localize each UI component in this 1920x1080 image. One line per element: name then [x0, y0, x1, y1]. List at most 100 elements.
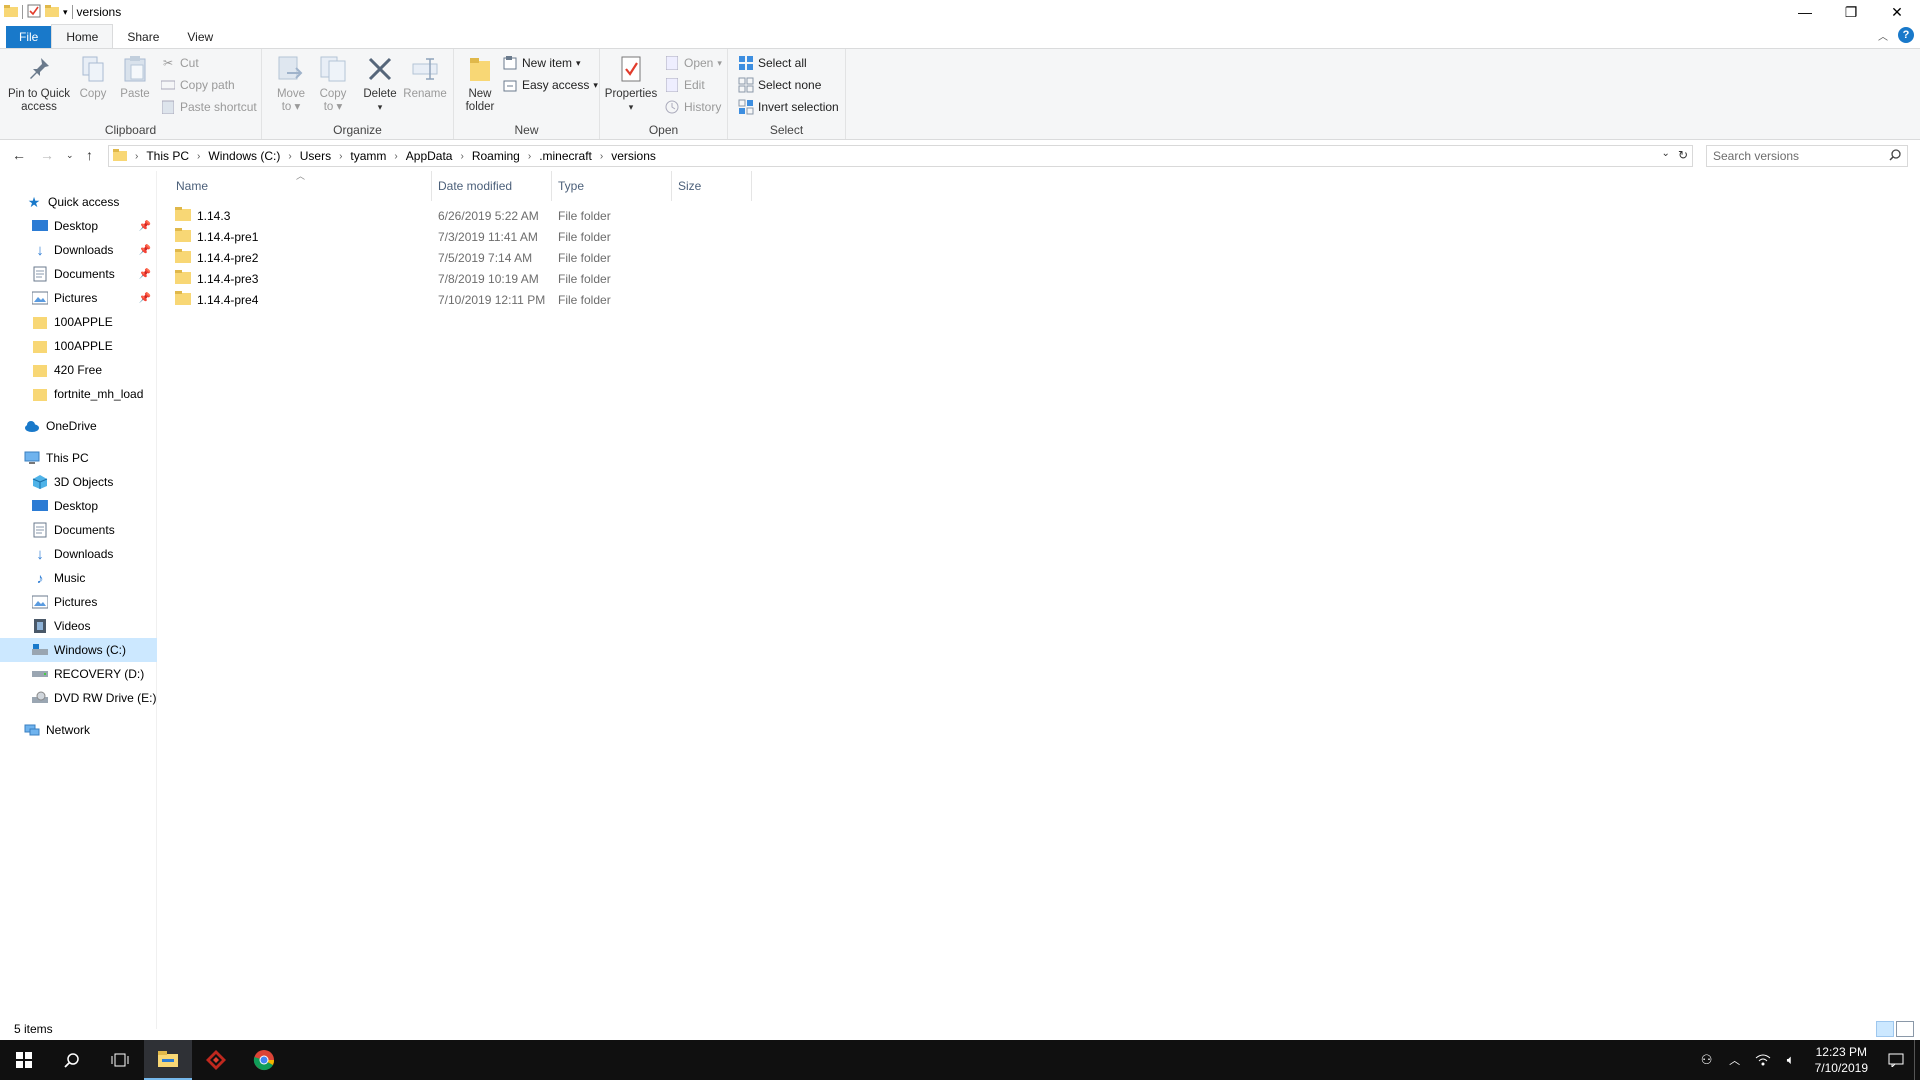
list-item[interactable]: 1.14.4-pre2 7/5/2019 7:14 AM File folder: [175, 247, 750, 268]
breadcrumb-appdata[interactable]: AppData ›: [406, 149, 472, 163]
cut-button[interactable]: ✂ Cut: [160, 53, 199, 73]
sidebar-item-3d-objects[interactable]: 3D Objects: [0, 470, 157, 494]
pin-icon[interactable]: 📌: [139, 293, 151, 304]
back-arrow-icon[interactable]: ←: [12, 147, 26, 163]
search-box[interactable]: [1706, 145, 1908, 167]
sidebar-item-pc-documents[interactable]: Documents: [0, 518, 157, 542]
copy-button[interactable]: Copy: [76, 53, 110, 101]
rename-button[interactable]: Rename: [402, 53, 448, 101]
easy-access-button[interactable]: Easy access ▾: [502, 75, 598, 95]
breadcrumb-versions[interactable]: versions: [611, 149, 656, 163]
search-icon[interactable]: [48, 1040, 96, 1080]
select-all-button[interactable]: Select all: [738, 53, 807, 73]
help-icon[interactable]: ?: [1898, 27, 1914, 43]
tab-view[interactable]: View: [173, 26, 227, 48]
sidebar-item-windows-c[interactable]: Windows (C:): [0, 638, 157, 662]
file-explorer-taskbar-icon[interactable]: [144, 1040, 192, 1080]
sidebar-item-music[interactable]: ♪ Music: [0, 566, 157, 590]
game-app-icon[interactable]: [192, 1040, 240, 1080]
column-size[interactable]: Size: [672, 171, 752, 201]
properties-button[interactable]: Properties ▾: [604, 53, 658, 114]
sidebar-item-fortnite-mh-load[interactable]: fortnite_mh_load: [0, 382, 157, 406]
sidebar-item-quick-access[interactable]: ★ Quick access: [0, 190, 157, 214]
new-item-button[interactable]: New item ▾: [502, 53, 581, 73]
windows-start-icon[interactable]: [0, 1040, 48, 1080]
people-icon[interactable]: ⚇: [1693, 1052, 1721, 1068]
close-button[interactable]: ✕: [1874, 0, 1920, 24]
search-icon[interactable]: [1889, 148, 1901, 164]
sidebar-item-pc-pictures[interactable]: Pictures: [0, 590, 157, 614]
list-item[interactable]: 1.14.4-pre1 7/3/2019 11:41 AM File folde…: [175, 226, 750, 247]
breadcrumb-roaming[interactable]: Roaming ›: [472, 149, 539, 163]
minimize-button[interactable]: —: [1782, 0, 1828, 24]
properties-qat-icon[interactable]: [27, 4, 41, 21]
restore-button[interactable]: ❐: [1828, 0, 1874, 24]
list-item[interactable]: 1.14.3 6/26/2019 5:22 AM File folder: [175, 205, 750, 226]
delete-button[interactable]: Delete ▾: [360, 53, 400, 114]
sidebar-item-420-free[interactable]: 420 Free: [0, 358, 157, 382]
sidebar-item-100apple-2[interactable]: 100APPLE: [0, 334, 157, 358]
task-view-icon[interactable]: [96, 1040, 144, 1080]
details-view-button[interactable]: [1876, 1021, 1894, 1037]
copy-path-button[interactable]: Copy path: [160, 75, 235, 95]
pin-icon[interactable]: 📌: [139, 245, 151, 256]
clock[interactable]: 12:23 PM 7/10/2019: [1805, 1044, 1878, 1076]
breadcrumb-this-pc[interactable]: This PC ›: [146, 149, 208, 163]
breadcrumb-tyamm[interactable]: tyamm ›: [350, 149, 405, 163]
column-date-modified[interactable]: Date modified: [432, 171, 552, 201]
up-arrow-icon[interactable]: ↑: [86, 147, 93, 163]
sidebar-item-videos[interactable]: Videos: [0, 614, 157, 638]
sidebar-item-desktop[interactable]: Desktop 📌: [0, 214, 157, 238]
select-none-button[interactable]: Select none: [738, 75, 821, 95]
recent-locations-chevron-icon[interactable]: ⌄: [66, 150, 74, 161]
copy-to-button[interactable]: Copy to ▾: [314, 53, 352, 114]
breadcrumb-windows-c[interactable]: Windows (C:) ›: [208, 149, 299, 163]
history-button[interactable]: History: [664, 97, 721, 117]
tab-home[interactable]: Home: [51, 24, 114, 48]
chevron-down-icon[interactable]: ▾: [63, 7, 68, 18]
notifications-icon[interactable]: [1878, 1053, 1914, 1067]
pin-to-quick-access-button[interactable]: Pin to Quick access: [6, 53, 72, 114]
sidebar-item-pictures[interactable]: Pictures 📌: [0, 286, 157, 310]
paste-shortcut-button[interactable]: Paste shortcut: [160, 97, 257, 117]
list-item[interactable]: 1.14.4-pre4 7/10/2019 12:11 PM File fold…: [175, 289, 750, 310]
volume-icon[interactable]: 🔈︎: [1777, 1052, 1805, 1068]
list-item[interactable]: 1.14.4-pre3 7/8/2019 10:19 AM File folde…: [175, 268, 750, 289]
chevron-up-icon[interactable]: ︿: [1721, 1052, 1749, 1068]
new-folder-qat-icon[interactable]: [45, 4, 59, 20]
sidebar-item-dvd-rw-drive[interactable]: DVD RW Drive (E:) D: [0, 686, 157, 710]
sidebar-item-documents[interactable]: Documents 📌: [0, 262, 157, 286]
large-icons-view-button[interactable]: [1896, 1021, 1914, 1037]
column-type[interactable]: Type: [552, 171, 672, 201]
refresh-icon[interactable]: ↻: [1678, 148, 1688, 162]
forward-arrow-icon[interactable]: →: [40, 147, 54, 163]
sidebar-item-recovery-d[interactable]: RECOVERY (D:): [0, 662, 157, 686]
chrome-icon[interactable]: [240, 1040, 288, 1080]
sidebar-item-100apple[interactable]: 100APPLE: [0, 310, 157, 334]
breadcrumb-minecraft[interactable]: .minecraft ›: [539, 149, 611, 163]
tab-file[interactable]: File: [6, 26, 52, 48]
new-folder-button[interactable]: New folder: [458, 53, 502, 114]
sidebar-item-network[interactable]: Network: [0, 718, 157, 742]
open-button[interactable]: Open ▾: [664, 53, 722, 73]
pin-icon[interactable]: 📌: [139, 269, 151, 280]
move-to-button[interactable]: Move to ▾: [272, 53, 310, 114]
paste-button[interactable]: Paste: [118, 53, 152, 101]
sidebar-item-onedrive[interactable]: OneDrive: [0, 414, 157, 438]
invert-selection-button[interactable]: Invert selection: [738, 97, 839, 117]
column-name[interactable]: Name: [170, 171, 432, 201]
sidebar-item-downloads[interactable]: ↓ Downloads 📌: [0, 238, 157, 262]
search-input[interactable]: [1713, 149, 1883, 163]
sidebar-item-pc-downloads[interactable]: ↓ Downloads: [0, 542, 157, 566]
sidebar-item-pc-desktop[interactable]: Desktop: [0, 494, 157, 518]
edit-button[interactable]: Edit: [664, 75, 705, 95]
show-desktop-button[interactable]: [1914, 1040, 1920, 1080]
address-dropdown-icon[interactable]: ⌄: [1662, 148, 1670, 162]
sidebar-item-this-pc[interactable]: This PC: [0, 446, 157, 470]
address-bar[interactable]: › This PC › Windows (C:) › Users › tyamm › A…: [108, 145, 1693, 167]
collapse-ribbon-icon[interactable]: ︿: [1878, 28, 1888, 43]
breadcrumb-users[interactable]: Users ›: [300, 149, 351, 163]
wifi-icon[interactable]: [1749, 1054, 1777, 1066]
tab-share[interactable]: Share: [113, 26, 173, 48]
pin-icon[interactable]: 📌: [139, 221, 151, 232]
